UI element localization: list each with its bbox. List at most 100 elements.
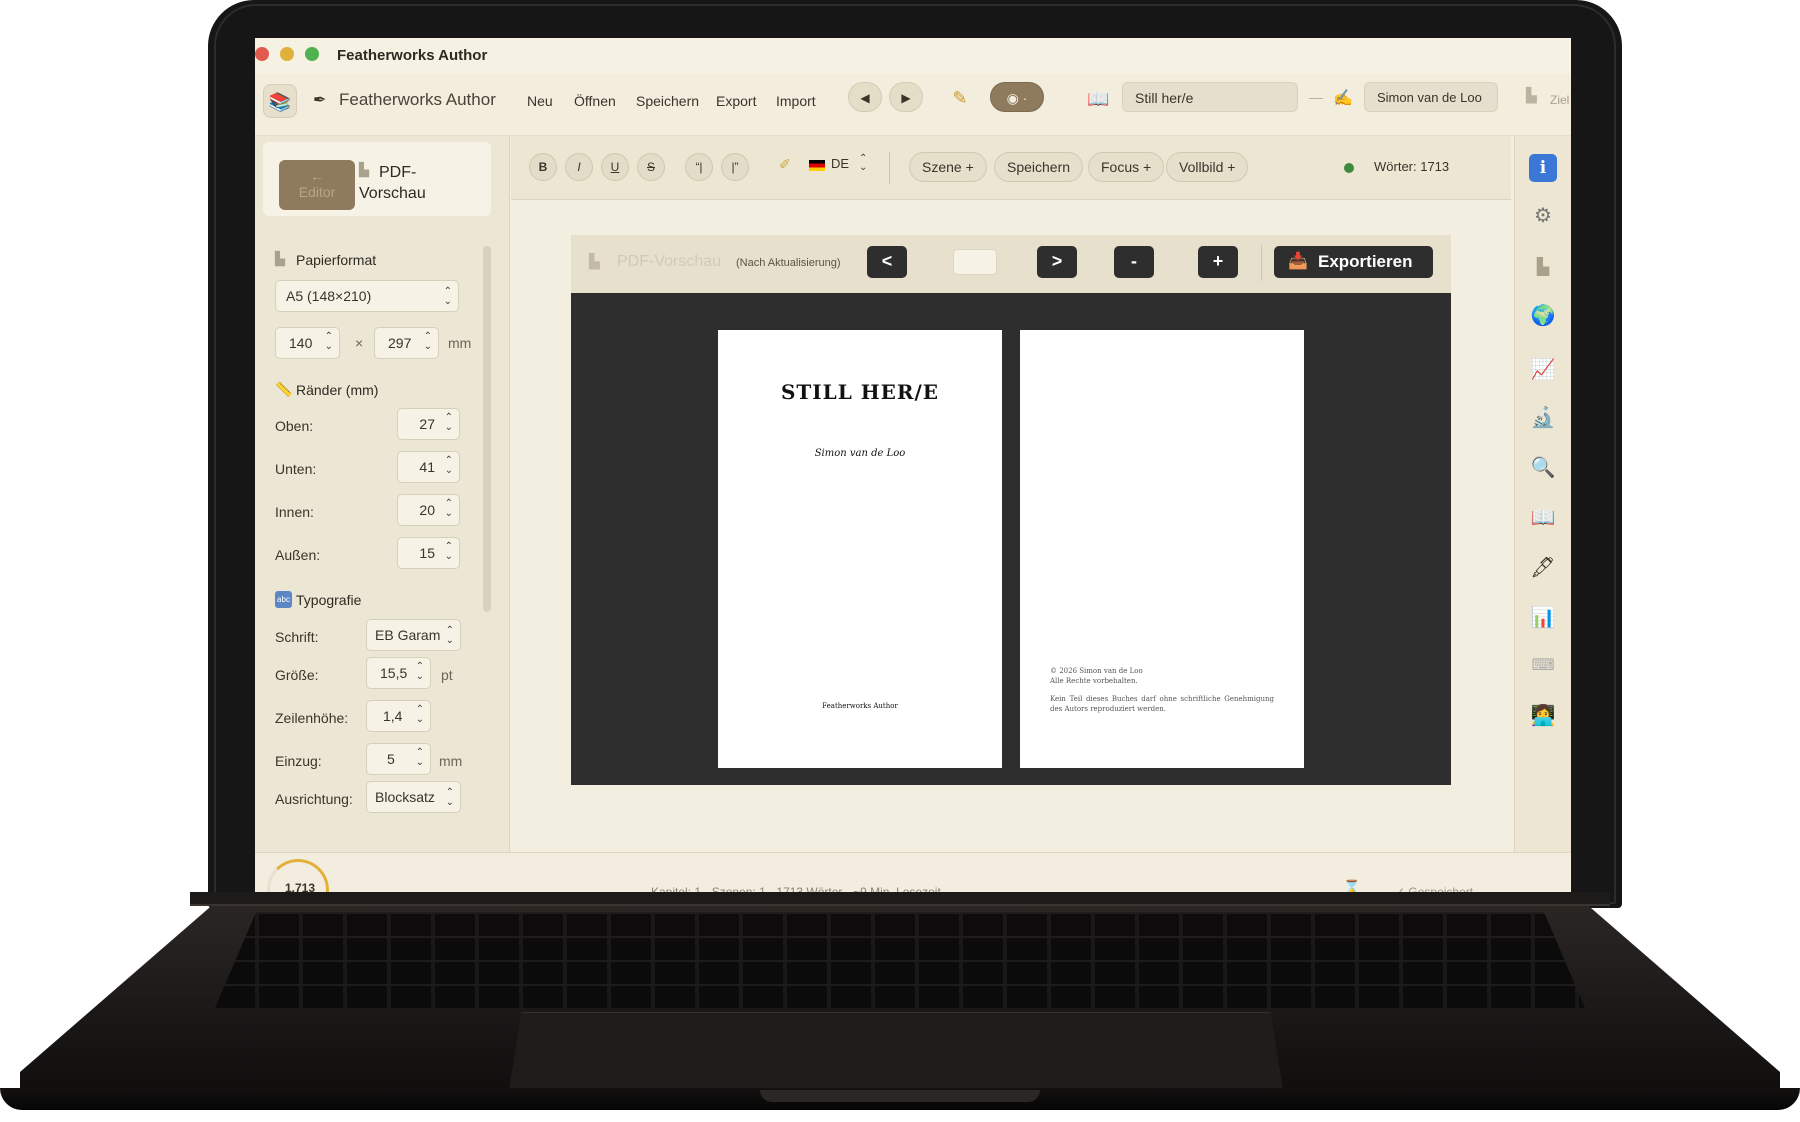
panel-header: ← Editor ▙ PDF-Vorschau xyxy=(263,142,491,216)
size-stepper[interactable]: 15,5 ⌃ ⌄ xyxy=(366,657,431,689)
signature-icon: ✍ xyxy=(1333,90,1353,107)
align-label: Ausrichtung: xyxy=(275,791,353,807)
info-icon[interactable]: i xyxy=(1529,154,1557,182)
stepper-icon: ⌃ ⌄ xyxy=(415,704,424,725)
chevron-updown-icon: ⌃ ⌄ xyxy=(859,153,868,173)
german-flag-icon xyxy=(809,160,825,171)
pencil-mode-icon[interactable]: ✎ xyxy=(943,82,977,112)
pdf-preview: ▙ PDF-Vorschau (Nach Aktualisierung) < >… xyxy=(571,235,1451,785)
next-page-button[interactable]: > xyxy=(1037,246,1077,278)
laptop-hinge xyxy=(190,892,1610,906)
globe-icon[interactable]: 🌍 xyxy=(1529,302,1557,330)
gear-icon[interactable]: ⚙ xyxy=(1529,202,1557,230)
back-arrow-icon: ← xyxy=(310,168,324,184)
paper-width-stepper[interactable]: 140 ⌃ ⌄ xyxy=(275,327,340,359)
eraser-icon[interactable]: ✐ xyxy=(779,156,791,173)
margin-inner-stepper[interactable]: 20 ⌃ ⌄ xyxy=(397,494,460,526)
menu-oeffnen[interactable]: Öffnen xyxy=(574,93,616,109)
fullscreen-button[interactable]: Vollbild + xyxy=(1166,152,1249,182)
book-icon[interactable]: 📖 xyxy=(1529,504,1557,532)
stepper-icon: ⌃ ⌄ xyxy=(444,498,453,519)
menu-neu[interactable]: Neu xyxy=(527,93,553,109)
margin-top-value: 27 xyxy=(419,416,435,432)
font-select[interactable]: EB Garam ⌃ ⌄ xyxy=(366,619,461,651)
line-height-stepper[interactable]: 1,4 ⌃ ⌄ xyxy=(366,700,431,732)
ruler-icon: 📏 xyxy=(275,381,293,397)
notice-text: Kein Teil dieses Buches darf ohne schrif… xyxy=(1050,695,1274,713)
margin-inner-value: 20 xyxy=(419,502,435,518)
toolbar-divider xyxy=(1261,245,1262,281)
zoom-out-button[interactable]: - xyxy=(1114,246,1154,278)
focus-button[interactable]: Focus + xyxy=(1088,152,1165,182)
zoom-window-button[interactable] xyxy=(305,47,319,61)
back-to-editor-button[interactable]: ← Editor xyxy=(279,160,355,210)
font-value: EB Garam xyxy=(375,627,441,643)
bold-button[interactable]: B xyxy=(529,153,557,181)
keyboard-icon[interactable]: ⌨ xyxy=(1529,652,1557,680)
quote-close-button[interactable]: |” xyxy=(721,153,749,181)
title-author-separator: — xyxy=(1309,89,1323,105)
document-title-field[interactable]: Still her/e xyxy=(1122,82,1298,112)
quote-open-button[interactable]: “| xyxy=(685,153,713,181)
italic-button[interactable]: I xyxy=(565,153,593,181)
strikethrough-button[interactable]: S xyxy=(637,153,665,181)
prev-page-button[interactable]: < xyxy=(867,246,907,278)
author-field[interactable]: Simon van de Loo xyxy=(1364,82,1498,112)
font-label: Schrift: xyxy=(275,629,319,645)
preview-mode-eye-icon[interactable]: ◉ · xyxy=(990,82,1044,112)
nav-back-button[interactable]: ◀ xyxy=(848,82,882,112)
paper-format-select[interactable]: A5 (148×210) ⌃ ⌄ xyxy=(275,280,459,312)
microscope-icon[interactable]: 🔬 xyxy=(1529,404,1557,432)
margin-outer-stepper[interactable]: 15 ⌃ ⌄ xyxy=(397,537,460,569)
menu-export[interactable]: Export xyxy=(716,93,756,109)
menu-speichern[interactable]: Speichern xyxy=(636,93,699,109)
zoom-in-button[interactable]: + xyxy=(1198,246,1238,278)
margin-top-stepper[interactable]: 27 ⌃ ⌄ xyxy=(397,408,460,440)
indent-unit: mm xyxy=(439,753,463,769)
paper-height-stepper[interactable]: 297 ⌃ ⌄ xyxy=(374,327,439,359)
export-button-label: Exportieren xyxy=(1318,252,1413,271)
save-button[interactable]: Speichern xyxy=(994,152,1084,182)
page-number-input[interactable] xyxy=(953,249,997,275)
pdf-page-copyright: © 2026 Simon van de Loo Alle Rechte vorb… xyxy=(1020,330,1304,768)
minimize-window-button[interactable] xyxy=(280,47,294,61)
writer-figure-icon[interactable]: 🖋 xyxy=(1529,554,1557,582)
nav-forward-button[interactable]: ▶ xyxy=(889,82,923,112)
app-menubar: 📚 ✒ Featherworks Author Neu Öffnen Speic… xyxy=(255,74,1571,136)
panel-scrollbar[interactable] xyxy=(483,246,491,612)
toolbar-divider xyxy=(889,152,890,184)
export-button[interactable]: 📥 Exportieren xyxy=(1274,246,1433,278)
close-window-button[interactable] xyxy=(255,47,269,61)
stepper-icon: ⌃ ⌄ xyxy=(444,541,453,562)
language-value[interactable]: DE xyxy=(831,156,849,171)
indent-stepper[interactable]: 5 ⌃ ⌄ xyxy=(366,743,431,775)
margin-bottom-value: 41 xyxy=(419,459,435,475)
word-count: Wörter: 1713 xyxy=(1374,159,1450,174)
add-scene-button[interactable]: Szene + xyxy=(909,152,987,182)
align-select[interactable]: Blocksatz ⌃ ⌄ xyxy=(366,781,461,813)
trend-chart-icon[interactable]: 📈 xyxy=(1529,356,1557,384)
book-title: STILL HER/E xyxy=(780,380,940,404)
bar-chart-icon[interactable]: 📊 xyxy=(1529,604,1557,632)
size-label: Größe: xyxy=(275,667,319,683)
document-icon[interactable]: ▙ xyxy=(1529,254,1557,282)
stepper-icon: ⌃ ⌄ xyxy=(423,331,432,352)
document-icon: ▙ xyxy=(275,251,285,266)
laptop-base xyxy=(0,892,1800,1122)
right-tool-sidebar: i ⚙ ▙ 🌍 📈 🔬 🔍 📖 🖋 📊 ⌨ 👩‍💻 xyxy=(1514,136,1571,852)
goal-label[interactable]: Ziel xyxy=(1550,93,1569,107)
underline-button[interactable]: U xyxy=(601,153,629,181)
margin-outer-label: Außen: xyxy=(275,547,321,563)
books-logo-icon[interactable]: 📚 xyxy=(263,84,297,118)
rights-line: Alle Rechte vorbehalten. xyxy=(1050,677,1138,685)
align-value: Blocksatz xyxy=(375,789,435,805)
document-icon: ▙ xyxy=(589,253,600,269)
typewriter-icon[interactable]: 👩‍💻 xyxy=(1529,702,1557,730)
photo-stage: Featherworks Author 📚 ✒ Featherworks Aut… xyxy=(0,0,1800,1122)
menu-import[interactable]: Import xyxy=(776,93,816,109)
margin-outer-value: 15 xyxy=(419,545,435,561)
window-title: Featherworks Author xyxy=(337,47,488,64)
margin-bottom-stepper[interactable]: 41 ⌃ ⌄ xyxy=(397,451,460,483)
margin-bottom-label: Unten: xyxy=(275,461,317,477)
search-icon[interactable]: 🔍 xyxy=(1529,454,1557,482)
